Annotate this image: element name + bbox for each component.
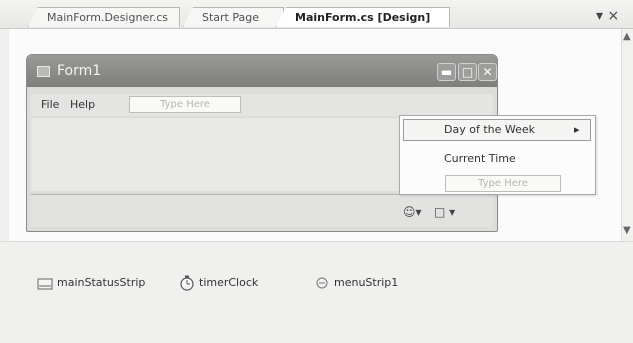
- component-label: menuStrip1: [334, 276, 399, 289]
- component-menu-strip1[interactable]: menuStrip1: [314, 275, 424, 291]
- status-strip: ☺▾ □ ▾: [31, 194, 493, 227]
- menu-file[interactable]: File: [41, 98, 59, 111]
- component-label: mainStatusStrip: [57, 276, 146, 289]
- form-title-bar[interactable]: Form1 ▬ □ ✕: [27, 55, 497, 87]
- menu-type-here[interactable]: Type Here: [129, 96, 241, 113]
- menu-item-day-of-week[interactable]: Day of the Week ▸: [403, 119, 591, 141]
- menu-strip: File Help Type Here: [31, 94, 493, 116]
- component-main-status-strip[interactable]: mainStatusStrip: [37, 275, 162, 291]
- menu-strip-icon: [316, 277, 328, 289]
- maximize-icon[interactable]: □: [458, 63, 477, 81]
- vertical-scrollbar[interactable]: ▲ ▼: [621, 29, 633, 241]
- form-title: Form1: [57, 63, 102, 79]
- help-submenu: Day of the Week ▸ Current Time Type Here: [399, 115, 596, 195]
- component-tray: mainStatusStrip timerClock menuStrip1: [0, 241, 633, 343]
- tab-label: Start Page: [202, 11, 259, 24]
- document-tab-bar: MainForm.Designer.cs Start Page MainForm…: [0, 0, 633, 29]
- tab-label: MainForm.Designer.cs: [47, 11, 168, 24]
- form-icon: [37, 66, 50, 77]
- tab-close-icon[interactable]: ▾ ×: [596, 9, 619, 23]
- minimize-icon[interactable]: ▬: [437, 63, 456, 81]
- close-icon[interactable]: ✕: [478, 63, 497, 81]
- submenu-arrow-icon: ▸: [574, 123, 580, 136]
- split-button-icon[interactable]: □ ▾: [434, 202, 455, 222]
- component-label: timerClock: [199, 276, 259, 289]
- scroll-down-icon[interactable]: ▼: [623, 225, 631, 236]
- tab-label: MainForm.cs [Design]: [295, 11, 431, 24]
- tab-mainform-designer[interactable]: MainForm.Designer.cs: [28, 7, 180, 27]
- tab-start-page[interactable]: Start Page: [183, 7, 284, 27]
- menu-item-label: Day of the Week: [444, 123, 536, 136]
- menu-help[interactable]: Help: [70, 98, 95, 111]
- submenu-type-here[interactable]: Type Here: [445, 175, 561, 192]
- tab-mainform-design[interactable]: MainForm.cs [Design]: [276, 7, 450, 27]
- menu-item-current-time[interactable]: Current Time: [444, 152, 516, 165]
- component-timer-clock[interactable]: timerClock: [179, 275, 279, 291]
- status-strip-icon: [37, 278, 53, 290]
- scroll-up-icon[interactable]: ▲: [623, 31, 631, 42]
- timer-icon: [180, 275, 194, 291]
- smiley-icon[interactable]: ☺▾: [403, 202, 422, 222]
